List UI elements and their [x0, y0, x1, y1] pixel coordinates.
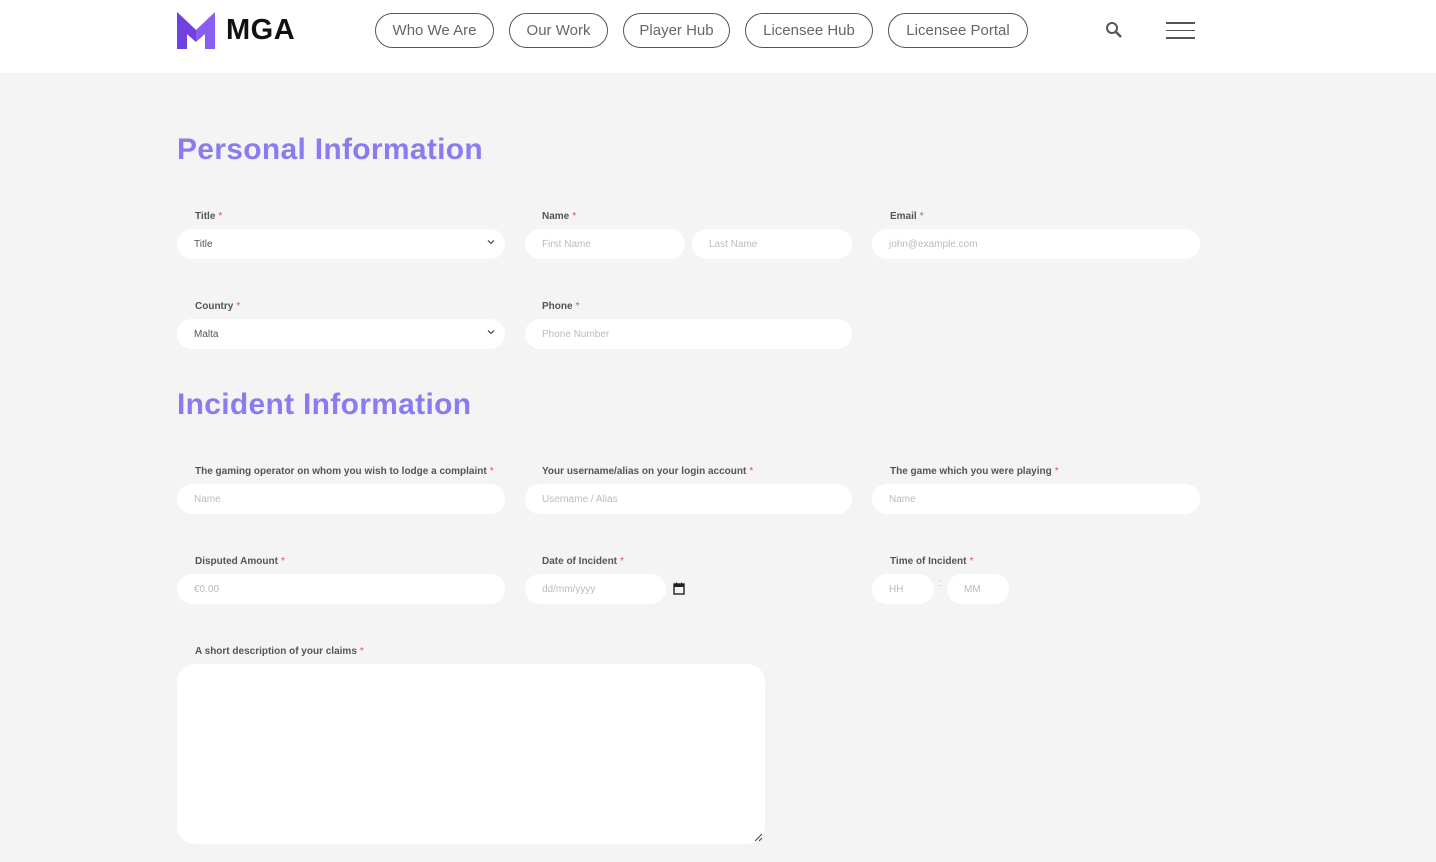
email-input[interactable]: john@example.com	[872, 229, 1200, 259]
calendar-icon[interactable]	[673, 582, 685, 595]
date-label: Date of Incident *	[542, 556, 624, 567]
hamburger-menu-icon[interactable]	[1166, 22, 1195, 39]
nav-licensee-portal[interactable]: Licensee Portal	[888, 13, 1028, 48]
phone-label: Phone *	[542, 301, 580, 312]
title-select[interactable]: Title	[177, 229, 505, 259]
last-name-input[interactable]: Last Name	[692, 229, 852, 259]
username-label: Your username/alias on your login accoun…	[542, 466, 754, 477]
chevron-down-icon	[487, 330, 495, 335]
incident-information-heading: Incident Information	[177, 388, 472, 421]
operator-label: The gaming operator on whom you wish to …	[195, 466, 494, 477]
amount-input[interactable]: €0.00	[177, 574, 505, 604]
operator-input[interactable]: Name	[177, 484, 505, 514]
country-label: Country *	[195, 301, 241, 312]
nav-our-work[interactable]: Our Work	[509, 13, 608, 48]
nav-licensee-hub[interactable]: Licensee Hub	[745, 13, 873, 48]
nav-who-we-are[interactable]: Who We Are	[375, 13, 494, 48]
first-name-input[interactable]: First Name	[525, 229, 685, 259]
hour-input[interactable]: HH	[872, 574, 934, 604]
mga-logo[interactable]: MGA	[177, 12, 295, 49]
description-label: A short description of your claims *	[195, 646, 364, 657]
name-label: Name *	[542, 211, 577, 222]
game-label: The game which you were playing *	[890, 466, 1059, 477]
time-label: Time of Incident *	[890, 556, 974, 567]
email-label: Email *	[890, 211, 924, 222]
logo-text: MGA	[226, 14, 296, 46]
resize-handle-icon[interactable]	[753, 832, 763, 842]
amount-label: Disputed Amount *	[195, 556, 285, 567]
chevron-down-icon	[487, 240, 495, 245]
minute-input[interactable]: MM	[947, 574, 1009, 604]
search-icon[interactable]	[1105, 21, 1123, 39]
personal-information-heading: Personal Information	[177, 133, 484, 166]
username-input[interactable]: Username / Alias	[525, 484, 852, 514]
country-select[interactable]: Malta	[177, 319, 505, 349]
time-separator: :	[939, 578, 942, 589]
title-label: Title *	[195, 211, 223, 222]
date-input[interactable]: dd/mm/yyyy	[525, 574, 666, 604]
description-textarea[interactable]	[177, 664, 765, 844]
site-header: MGA Who We Are Our Work Player Hub Licen…	[0, 0, 1436, 73]
game-input[interactable]: Name	[872, 484, 1200, 514]
nav-player-hub[interactable]: Player Hub	[623, 13, 730, 48]
mga-logo-icon	[177, 12, 215, 49]
phone-input[interactable]: Phone Number	[525, 319, 852, 349]
